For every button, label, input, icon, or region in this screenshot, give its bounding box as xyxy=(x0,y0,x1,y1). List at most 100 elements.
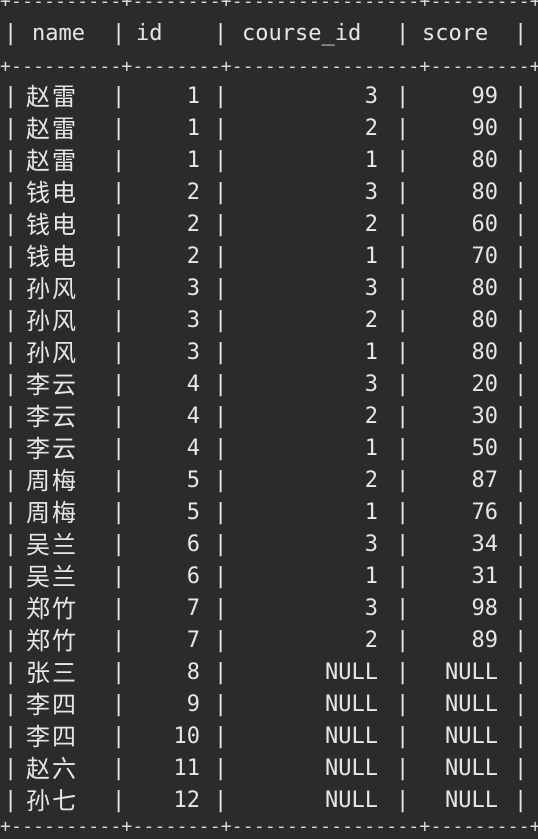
column-separator: | xyxy=(214,724,228,749)
cell-course-id: NULL xyxy=(325,724,378,749)
column-separator: | xyxy=(514,660,528,685)
table-row: | | | | | 吴兰 6 3 34 xyxy=(0,529,538,561)
column-separator: | xyxy=(514,276,528,301)
cell-id: 1 xyxy=(186,84,200,109)
column-separator: | xyxy=(112,212,126,237)
table-header-row: | | | | | name id course_id score xyxy=(0,18,538,50)
cell-name: 赵雷 xyxy=(26,115,78,143)
column-separator: | xyxy=(396,436,410,461)
column-separator: | xyxy=(4,212,18,237)
cell-name: 赵雷 xyxy=(26,147,78,175)
column-separator: | xyxy=(4,148,18,173)
cell-id: 11 xyxy=(173,756,201,781)
column-separator: | xyxy=(514,724,528,749)
column-separator: | xyxy=(112,756,126,781)
cell-course-id: 3 xyxy=(364,596,378,621)
cell-course-id: 2 xyxy=(364,308,378,333)
cell-course-id: 1 xyxy=(364,244,378,269)
column-separator: | xyxy=(112,436,126,461)
cell-course-id: 1 xyxy=(364,564,378,589)
table-row: | | | | | 孙风 3 3 80 xyxy=(0,273,538,305)
cell-score: 34 xyxy=(471,532,499,557)
cell-id: 3 xyxy=(186,340,200,365)
cell-id: 10 xyxy=(173,724,201,749)
column-separator: | xyxy=(396,756,410,781)
column-separator: | xyxy=(214,148,228,173)
cell-name: 李四 xyxy=(26,691,78,719)
column-separator: | xyxy=(214,436,228,461)
cell-score: 99 xyxy=(471,84,499,109)
table-row: | | | | | 孙风 3 1 80 xyxy=(0,337,538,369)
column-separator: | xyxy=(514,756,528,781)
cell-name: 孙风 xyxy=(26,339,78,367)
column-separator: | xyxy=(4,21,18,46)
cell-score: 50 xyxy=(471,436,499,461)
cell-id: 3 xyxy=(186,276,200,301)
column-separator: | xyxy=(396,596,410,621)
cell-score: 80 xyxy=(471,180,499,205)
column-separator: | xyxy=(514,628,528,653)
cell-score: 90 xyxy=(471,116,499,141)
cell-course-id: NULL xyxy=(325,756,378,781)
cell-score: 80 xyxy=(471,148,499,173)
column-separator: | xyxy=(396,628,410,653)
cell-score: NULL xyxy=(445,660,498,685)
cell-id: 6 xyxy=(186,532,200,557)
column-separator: | xyxy=(396,116,410,141)
cell-name: 李云 xyxy=(26,403,78,431)
column-separator: | xyxy=(4,564,18,589)
column-separator: | xyxy=(396,660,410,685)
cell-score: 80 xyxy=(471,276,499,301)
cell-score: NULL xyxy=(445,788,498,813)
cell-course-id: NULL xyxy=(325,692,378,717)
column-separator: | xyxy=(112,596,126,621)
column-separator: | xyxy=(214,788,228,813)
table-row: | | | | | 张三 8 NULL NULL xyxy=(0,657,538,689)
column-separator: | xyxy=(112,724,126,749)
column-separator: | xyxy=(4,436,18,461)
cell-name: 周梅 xyxy=(26,467,78,495)
cell-id: 2 xyxy=(186,244,200,269)
column-separator: | xyxy=(4,404,18,429)
cell-name: 李云 xyxy=(26,371,78,399)
table-row: | | | | | 钱电 2 2 60 xyxy=(0,209,538,241)
column-header-course-id: course_id xyxy=(242,21,362,46)
column-separator: | xyxy=(396,84,410,109)
cell-course-id: 3 xyxy=(364,84,378,109)
column-separator: | xyxy=(112,500,126,525)
column-separator: | xyxy=(214,468,228,493)
column-separator: | xyxy=(112,692,126,717)
column-separator: | xyxy=(4,340,18,365)
column-separator: | xyxy=(4,628,18,653)
column-separator: | xyxy=(112,116,126,141)
table-bottom-border: +----------+--------+-----------------+-… xyxy=(0,816,538,837)
column-separator: | xyxy=(112,308,126,333)
table-row: | | | | | 李云 4 2 30 xyxy=(0,401,538,433)
cell-score: 70 xyxy=(471,244,499,269)
column-separator: | xyxy=(214,340,228,365)
column-separator: | xyxy=(214,84,228,109)
cell-name: 郑竹 xyxy=(26,595,78,623)
column-separator: | xyxy=(214,628,228,653)
column-separator: | xyxy=(396,724,410,749)
cell-name: 吴兰 xyxy=(26,531,78,559)
column-separator: | xyxy=(4,84,18,109)
table-row: | | | | | 郑竹 7 2 89 xyxy=(0,625,538,657)
cell-id: 5 xyxy=(186,500,200,525)
column-separator: | xyxy=(396,180,410,205)
cell-score: 76 xyxy=(471,500,499,525)
column-separator: | xyxy=(4,276,18,301)
table-row: | | | | | 李云 4 1 50 xyxy=(0,433,538,465)
column-separator: | xyxy=(396,148,410,173)
column-separator: | xyxy=(514,436,528,461)
column-separator: | xyxy=(214,692,228,717)
column-separator: | xyxy=(514,21,528,46)
column-separator: | xyxy=(214,532,228,557)
table-row: | | | | | 李云 4 3 20 xyxy=(0,369,538,401)
column-header-score: score xyxy=(422,21,489,46)
table-row: | | | | | 周梅 5 2 87 xyxy=(0,465,538,497)
column-separator: | xyxy=(514,596,528,621)
cell-id: 8 xyxy=(186,660,200,685)
table-row: | | | | | 赵雷 1 2 90 xyxy=(0,113,538,145)
column-separator: | xyxy=(396,21,410,46)
